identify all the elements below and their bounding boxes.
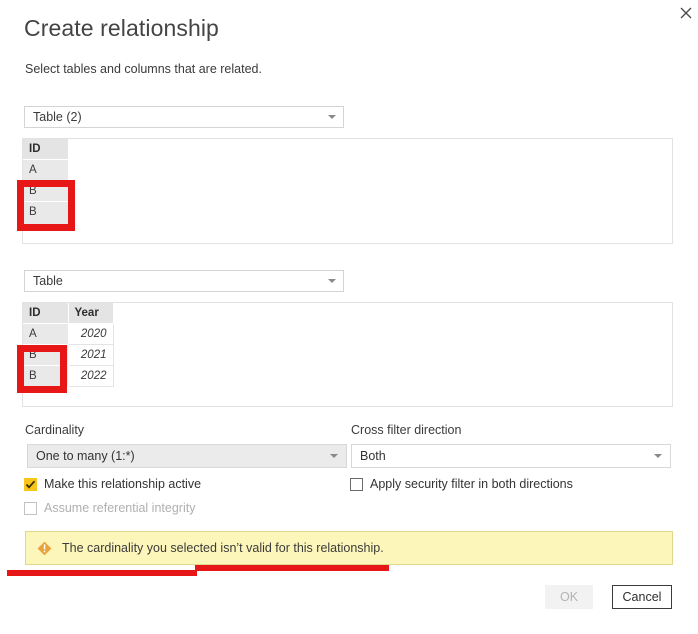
table-cell: 2021 <box>68 344 114 366</box>
table-row[interactable]: B 2022 <box>23 365 114 387</box>
table-cell: B <box>23 180 69 202</box>
apply-security-filter-label: Apply security filter in both directions <box>370 477 573 491</box>
cancel-button[interactable]: Cancel <box>612 585 672 609</box>
apply-security-filter-checkbox[interactable]: Apply security filter in both directions <box>350 477 573 491</box>
warning-diamond-icon <box>37 541 52 556</box>
table-selector-top-value: Table (2) <box>33 110 82 124</box>
assume-referential-integrity-label: Assume referential integrity <box>44 501 196 515</box>
table-header-row: ID Year <box>23 303 114 324</box>
dialog-subtitle: Select tables and columns that are relat… <box>25 62 262 76</box>
make-relationship-active-checkbox[interactable]: Make this relationship active <box>24 477 201 491</box>
table-row[interactable]: B <box>23 180 69 202</box>
grid-tail-top <box>24 220 69 225</box>
close-icon <box>680 7 692 19</box>
ok-button[interactable]: OK <box>545 585 593 609</box>
empty-checkbox-icon <box>350 477 363 491</box>
chevron-down-icon <box>646 454 670 458</box>
close-button[interactable] <box>670 0 698 26</box>
table-cell: B <box>23 344 69 366</box>
column-header[interactable]: ID <box>23 139 69 160</box>
assume-referential-integrity-checkbox: Assume referential integrity <box>24 501 195 515</box>
table-preview-bottom[interactable]: ID Year A 2020 B 2021 B 2022 <box>22 302 673 407</box>
annotation-underline-left <box>7 570 197 576</box>
cardinality-label: Cardinality <box>25 423 85 437</box>
page-title: Create relationship <box>24 15 219 41</box>
empty-checkbox-icon <box>24 501 37 515</box>
table-preview-top[interactable]: ID A B B <box>22 138 673 244</box>
table-selector-bottom-value: Table <box>33 274 63 288</box>
preview-table-top: ID A B B <box>23 139 69 223</box>
table-cell: A <box>23 323 69 345</box>
table-cell: 2022 <box>68 365 114 387</box>
table-cell: B <box>23 365 69 387</box>
cross-filter-direction-label: Cross filter direction <box>351 423 462 437</box>
cardinality-select-value: One to many (1:*) <box>36 449 135 463</box>
preview-table-bottom: ID Year A 2020 B 2021 B 2022 <box>23 303 114 387</box>
checkmark-icon <box>24 477 37 491</box>
cardinality-select[interactable]: One to many (1:*) <box>27 444 347 468</box>
make-relationship-active-label: Make this relationship active <box>44 477 202 491</box>
table-row[interactable]: A 2020 <box>23 323 114 345</box>
validation-warning-text: The cardinality you selected isn’t valid… <box>62 541 384 555</box>
table-cell: A <box>23 159 69 181</box>
validation-warning-bar: The cardinality you selected isn’t valid… <box>25 531 673 565</box>
table-header-row: ID <box>23 139 69 160</box>
table-selector-bottom[interactable]: Table <box>24 270 344 292</box>
chevron-down-icon <box>321 279 343 283</box>
column-header[interactable]: ID <box>23 303 69 324</box>
table-row[interactable]: A <box>23 159 69 181</box>
column-header[interactable]: Year <box>68 303 114 324</box>
table-row[interactable]: B 2021 <box>23 344 114 366</box>
chevron-down-icon <box>322 454 346 458</box>
chevron-down-icon <box>321 115 343 119</box>
cross-filter-direction-value: Both <box>360 449 386 463</box>
cross-filter-direction-select[interactable]: Both <box>351 444 671 468</box>
table-selector-top[interactable]: Table (2) <box>24 106 344 128</box>
annotation-underline-right <box>195 565 389 571</box>
table-cell: 2020 <box>68 323 114 345</box>
